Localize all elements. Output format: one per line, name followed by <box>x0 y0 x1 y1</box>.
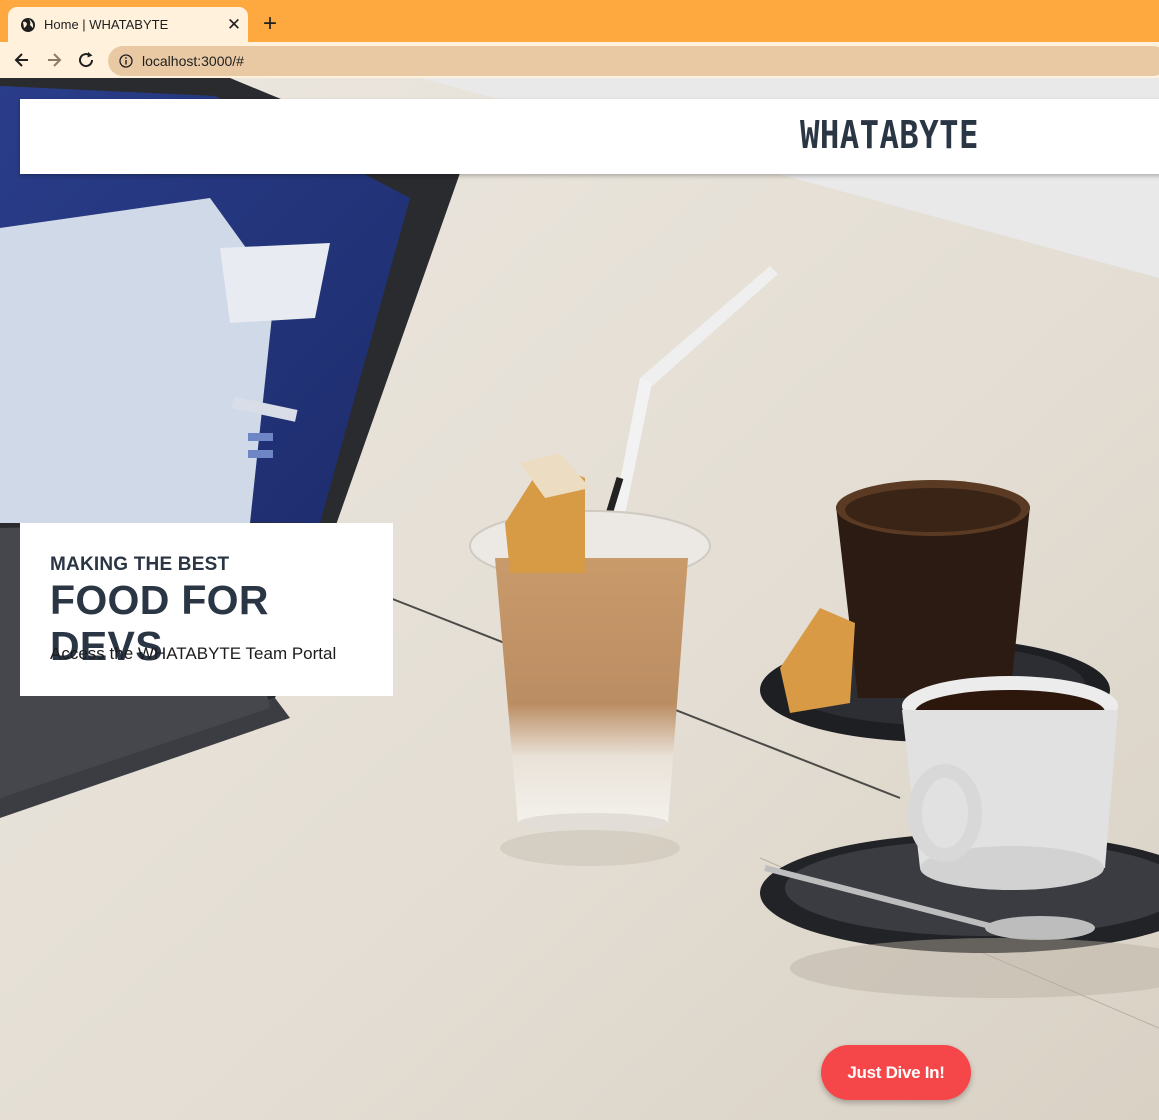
address-url: localhost:3000/# <box>142 53 244 69</box>
browser-toolbar: localhost:3000/# <box>0 42 1159 78</box>
plus-icon[interactable]: + <box>258 12 282 37</box>
address-bar[interactable]: localhost:3000/# <box>108 46 1159 76</box>
browser-tab[interactable]: Home | WHATABYTE ✕ <box>8 7 248 42</box>
tab-title: Home | WHATABYTE <box>44 17 169 32</box>
arrow-right-icon[interactable] <box>44 50 64 70</box>
hero-kicker: MAKING THE BEST <box>50 554 230 575</box>
team-portal-link[interactable]: Access the WHATABYTE Team Portal <box>50 643 336 665</box>
hero-card: MAKING THE BEST FOOD FOR DEVS Access the… <box>20 523 393 696</box>
info-icon[interactable] <box>119 54 133 68</box>
arrow-left-icon[interactable] <box>12 50 32 70</box>
just-dive-in-button[interactable]: Just Dive In! <box>821 1045 971 1100</box>
reload-icon[interactable] <box>76 50 96 70</box>
brand-logo[interactable]: WHATABYTE <box>800 113 979 157</box>
page-viewport: WHATABYTE MAKING THE BEST FOOD FOR DEVS … <box>0 78 1159 1120</box>
browser-tab-strip: Home | WHATABYTE ✕ + <box>0 0 1159 42</box>
close-icon[interactable]: ✕ <box>225 16 243 34</box>
site-navbar: WHATABYTE <box>20 99 1159 174</box>
globe-icon <box>21 18 35 32</box>
